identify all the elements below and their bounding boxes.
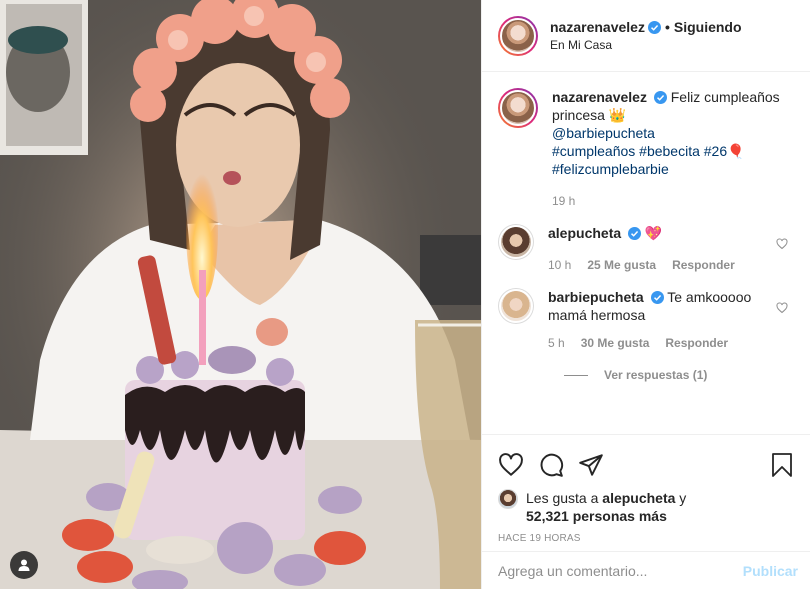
verified-badge-icon: [628, 227, 642, 240]
comment-likes[interactable]: 30 Me gusta: [581, 334, 650, 352]
caption-mention[interactable]: @barbiepucheta: [552, 124, 794, 142]
comment-input[interactable]: [498, 562, 743, 579]
author-avatar[interactable]: [498, 15, 538, 56]
reply-button[interactable]: Responder: [672, 256, 735, 274]
likes-count[interactable]: 52,321 personas más: [526, 508, 667, 524]
likes-suffix: y: [675, 490, 687, 506]
caption-time[interactable]: 19 h: [552, 192, 575, 210]
publish-button[interactable]: Publicar: [743, 563, 798, 579]
caption: nazarenavelez Feliz cumpleaños princesa …: [498, 88, 794, 210]
commenter-avatar[interactable]: [498, 224, 534, 260]
caption-hashtags[interactable]: #felizcumplebarbie: [552, 160, 794, 178]
post-actions: Les gusta a alepucheta y 52,321 personas…: [482, 434, 810, 557]
commenter-avatar[interactable]: [498, 288, 534, 324]
liker-username[interactable]: alepucheta: [602, 490, 675, 506]
view-replies-button[interactable]: Ver respuestas (1): [564, 368, 794, 382]
liker-avatar[interactable]: [498, 489, 518, 509]
comment-item: alepucheta 💖 10 h 25 Me gusta Responder: [498, 224, 794, 274]
add-comment-bar: Publicar: [482, 551, 810, 589]
post-details-panel: nazarenavelez • Siguiendo En Mi Casa naz…: [481, 0, 810, 589]
save-button[interactable]: [770, 452, 794, 478]
comment-icon[interactable]: [538, 452, 564, 478]
post-timestamp[interactable]: HACE 19 HORAS: [498, 533, 794, 544]
bookmark-icon[interactable]: [770, 452, 794, 478]
author-username[interactable]: nazarenavelez: [550, 19, 645, 35]
like-button[interactable]: [498, 452, 524, 478]
post-photo[interactable]: [0, 0, 481, 589]
user-tag-icon[interactable]: [10, 551, 38, 579]
caption-author-avatar[interactable]: [498, 88, 538, 128]
heart-icon[interactable]: [776, 238, 788, 250]
commenter-username[interactable]: barbiepucheta: [548, 289, 644, 305]
heart-icon[interactable]: [498, 452, 524, 478]
comment-likes[interactable]: 25 Me gusta: [587, 256, 656, 274]
separator-dot: •: [664, 19, 670, 35]
replies-divider: [564, 374, 588, 376]
comment-item: barbiepucheta Te amkooooo mamá hermosa 5…: [498, 288, 794, 352]
comment-time[interactable]: 10 h: [548, 256, 571, 274]
share-button[interactable]: [578, 452, 604, 478]
caption-author-username[interactable]: nazarenavelez: [552, 89, 647, 105]
action-icons: [498, 445, 794, 485]
comment-time[interactable]: 5 h: [548, 334, 565, 352]
likes-summary: Les gusta a alepucheta y 52,321 personas…: [498, 489, 794, 525]
commenter-username[interactable]: alepucheta: [548, 225, 621, 241]
post-header: nazarenavelez • Siguiendo En Mi Casa: [482, 0, 810, 72]
caption-hashtags[interactable]: #cumpleaños #bebecita #26🎈: [552, 142, 794, 160]
location-link[interactable]: En Mi Casa: [550, 38, 742, 52]
comment-button[interactable]: [538, 452, 564, 478]
view-replies-label[interactable]: Ver respuestas (1): [604, 368, 707, 382]
likes-prefix: Les gusta a: [526, 490, 603, 506]
verified-badge-icon: [647, 20, 661, 34]
reply-button[interactable]: Responder: [665, 334, 728, 352]
heart-icon[interactable]: [776, 302, 788, 314]
share-icon[interactable]: [578, 452, 604, 478]
comments-list[interactable]: nazarenavelez Feliz cumpleaños princesa …: [482, 72, 810, 434]
birthday-photo-illustration: [0, 0, 481, 589]
verified-badge-icon: [650, 291, 664, 304]
comment-text: 💖: [644, 225, 663, 241]
verified-badge-icon: [653, 91, 667, 104]
following-button[interactable]: Siguiendo: [674, 19, 742, 35]
